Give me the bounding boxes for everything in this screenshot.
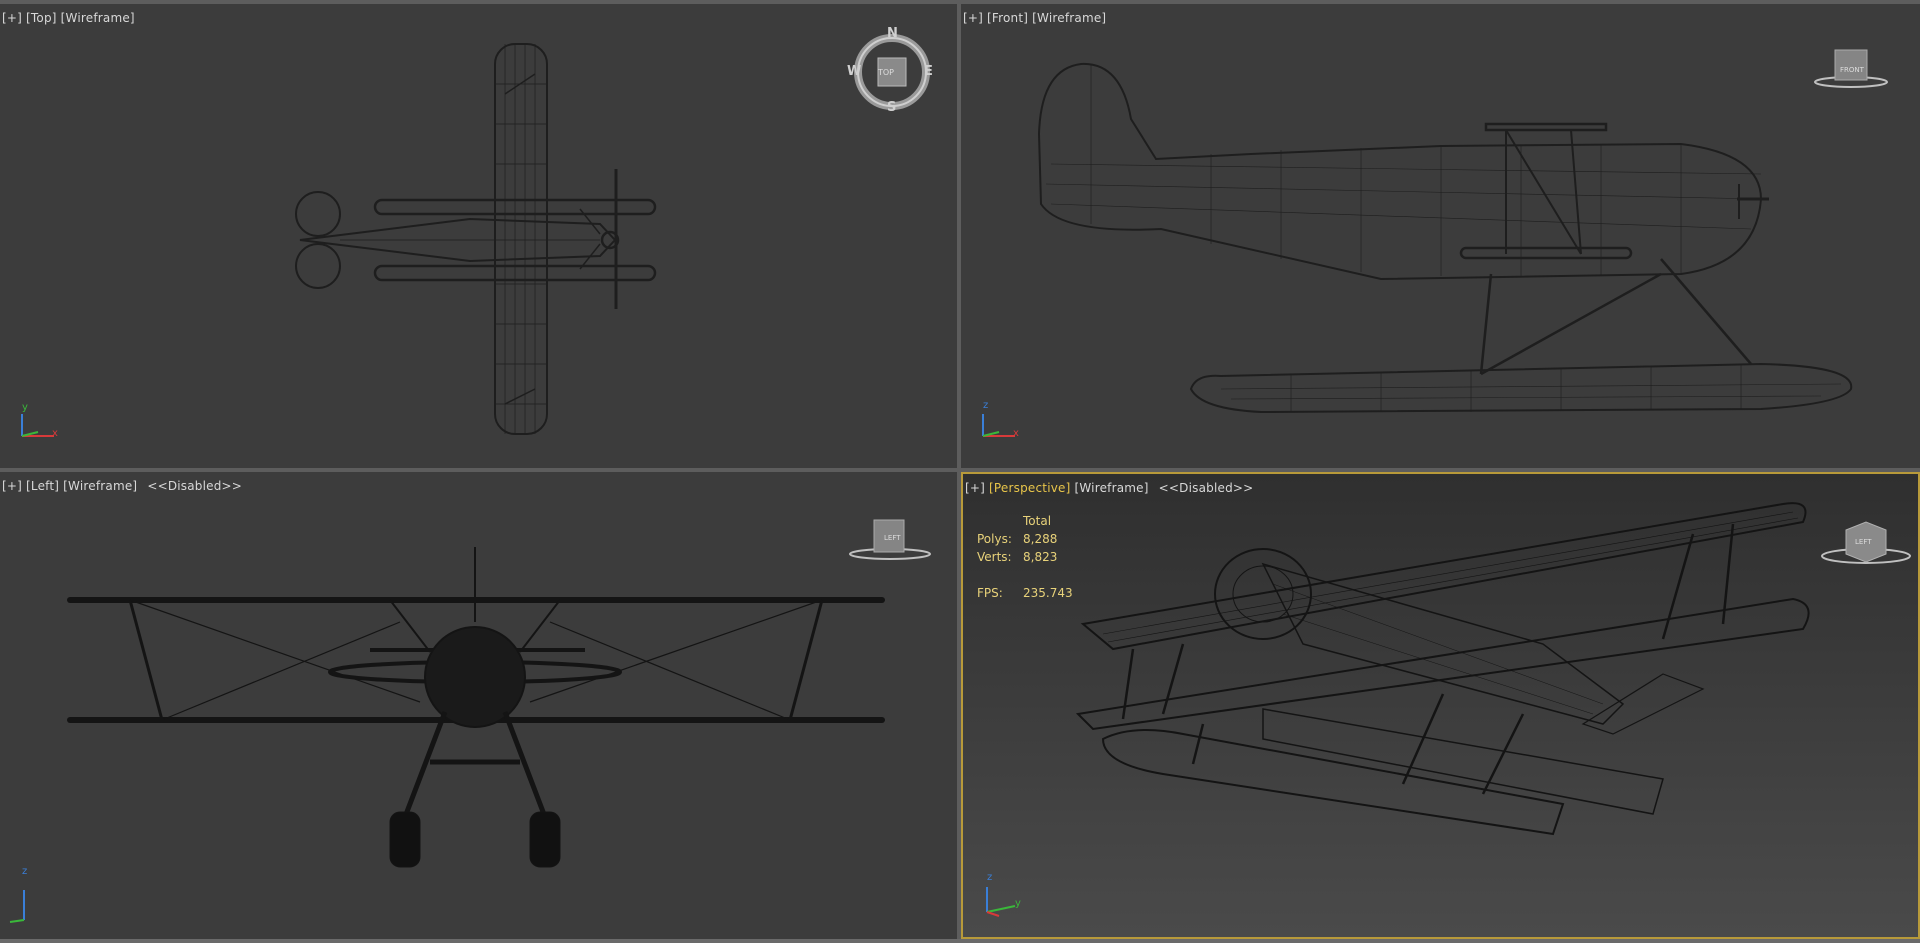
compass-west: W xyxy=(847,64,862,79)
axis-label-z: z xyxy=(22,866,28,877)
top-view-wireframe xyxy=(295,43,657,435)
status-strip xyxy=(0,939,1920,943)
viewport-left[interactable]: [+] [Left] [Wireframe] <<Disabled>> LEFT z xyxy=(0,472,957,939)
viewcube-label-left[interactable]: LEFT xyxy=(884,534,901,542)
front-view-wireframe xyxy=(1037,62,1853,414)
viewport-perspective[interactable]: [+] [Perspective] [Wireframe] <<Disabled>> … xyxy=(961,472,1920,939)
axis-label-y: y xyxy=(22,402,28,413)
compass-east: E xyxy=(924,64,933,79)
viewcube-label-front[interactable]: FRONT xyxy=(1840,66,1864,74)
axis-label-y: y xyxy=(1015,898,1021,909)
axis-tripod-icon xyxy=(986,887,1016,917)
axis-label-x: x xyxy=(52,428,58,439)
axis-label-z: z xyxy=(987,872,993,883)
viewport-front[interactable]: [+] [Front] [Wireframe] FRONT z x xyxy=(961,4,1920,468)
perspective-view-wireframe xyxy=(1075,502,1810,836)
axis-label-z: z xyxy=(983,400,989,411)
viewport-top[interactable]: [+] [Top] [Wireframe] TOP N S E W y x xyxy=(0,4,957,468)
axis-tripod-icon xyxy=(9,890,25,923)
viewcube-label-perspective[interactable]: LEFT xyxy=(1855,538,1872,546)
viewcube-label-top[interactable]: TOP xyxy=(878,68,894,77)
compass-south: S xyxy=(887,100,897,115)
left-view-wireframe xyxy=(67,547,885,868)
axis-label-x: x xyxy=(1013,428,1019,439)
compass-north: N xyxy=(887,26,898,41)
